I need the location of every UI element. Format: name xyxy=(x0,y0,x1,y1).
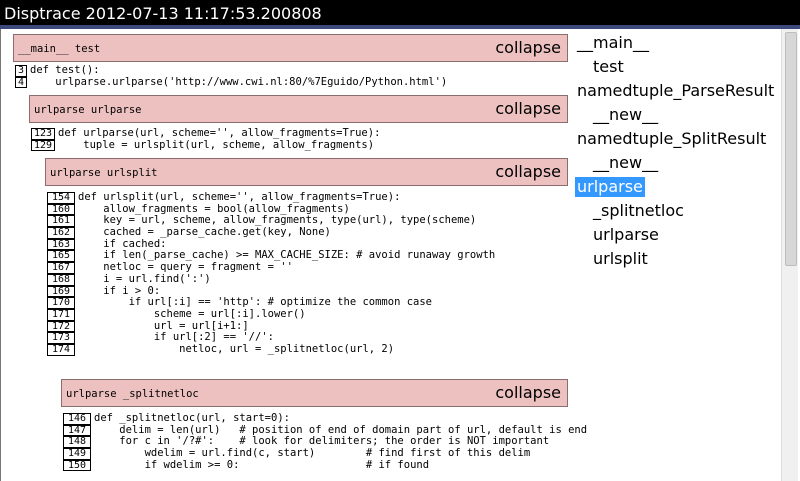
code-text: wdelim = url.find(c, start) # find first… xyxy=(94,447,531,460)
line-number: 174 xyxy=(47,343,75,356)
code-text: def _splitnetloc(url, start=0): xyxy=(94,412,290,424)
line-number: 4 xyxy=(15,76,27,89)
line-number: 162 xyxy=(47,227,75,239)
line-number: 168 xyxy=(47,273,75,286)
code-text: netloc, url = _splitnetloc(url, 2) xyxy=(78,342,395,355)
block-name: __main__ test xyxy=(18,43,101,55)
trace-view: __main__ test collapse 3 def test(): 4 ur… xyxy=(0,29,798,481)
line-number: 163 xyxy=(47,238,75,251)
code-line: 129 tuple = urlsplit(url, scheme, allow_… xyxy=(31,138,380,152)
code-block-main-test: 3 def test(): 4 urlparse.urlparse('http:/… xyxy=(15,64,448,89)
nav-item-splitnetloc[interactable]: _splitnetloc xyxy=(593,201,684,221)
code-line: 150 if wdelim >= 0: # if found xyxy=(63,458,587,472)
code-line: 123 def urlparse(url, scheme='', allow_fr… xyxy=(31,127,381,140)
code-line: 162 cached = _parse_cache.get(key, None) xyxy=(47,226,495,239)
nav-item-urlsplit[interactable]: urlsplit xyxy=(593,249,648,269)
collapse-button[interactable]: collapse xyxy=(495,162,561,181)
code-block-urlparse: 123 def urlparse(url, scheme='', allow_fr… xyxy=(31,127,381,152)
code-text: def urlparse(url, scheme='', allow_fragm… xyxy=(58,127,381,139)
nav-item-main[interactable]: __main__ xyxy=(577,33,649,53)
nav-item-namedtuple-splitresult[interactable]: namedtuple_SplitResult xyxy=(577,129,766,149)
line-number: 123 xyxy=(31,128,55,140)
collapse-button[interactable]: collapse xyxy=(495,38,561,57)
block-name: urlparse urlsplit xyxy=(50,167,158,179)
code-line: 149 wdelim = url.find(c, start) # find f… xyxy=(63,447,587,460)
code-line: 3 def test(): xyxy=(15,64,447,77)
line-number: 149 xyxy=(63,448,91,460)
code-text: scheme = url[:i].lower() xyxy=(78,307,306,320)
code-text: urlparse.urlparse('http://www.cwi.nl:80/… xyxy=(30,75,448,88)
block-name: urlparse _splitnetloc xyxy=(66,388,199,400)
code-line: 4 urlparse.urlparse('http://www.cwi.nl:8… xyxy=(15,75,448,89)
line-number: 154 xyxy=(47,192,75,204)
block-name: urlparse urlparse xyxy=(34,104,142,116)
code-text: cached = _parse_cache.get(key, None) xyxy=(78,226,331,239)
nav-item-namedtuple-parseresult[interactable]: namedtuple_ParseResult xyxy=(577,81,774,101)
line-number: 161 xyxy=(47,215,75,228)
window-title: Disptrace 2012-07-13 11:17:53.200808 xyxy=(4,4,322,23)
code-block-splitnetloc: 146 def _splitnetloc(url, start=0): 147 d… xyxy=(63,412,587,472)
code-text: def test(): xyxy=(30,64,100,76)
code-text: tuple = urlsplit(url, scheme, allow_frag… xyxy=(58,138,375,151)
block-header-urlparse-urlparse: urlparse urlparse collapse xyxy=(29,95,568,123)
collapse-button[interactable]: collapse xyxy=(495,99,561,118)
code-text: def urlsplit(url, scheme='', allow_fragm… xyxy=(78,191,401,203)
code-text: i = url.find(':') xyxy=(78,272,211,285)
line-number: 172 xyxy=(47,320,75,333)
code-text: if wdelim >= 0: # if found xyxy=(94,458,430,471)
line-number: 160 xyxy=(47,203,75,216)
collapse-button[interactable]: collapse xyxy=(495,383,561,402)
code-line: 168 i = url.find(':') xyxy=(47,272,495,286)
line-number: 165 xyxy=(47,250,75,263)
line-number: 3 xyxy=(15,65,27,77)
line-number: 173 xyxy=(47,332,75,344)
block-header-urlsplit: urlparse urlsplit collapse xyxy=(45,158,568,186)
scrollbar-thumb[interactable] xyxy=(785,32,797,266)
line-number: 148 xyxy=(63,436,91,449)
line-number: 146 xyxy=(63,413,91,425)
nav-item-urlparse[interactable]: urlparse xyxy=(593,225,659,245)
line-number: 170 xyxy=(47,297,75,309)
code-line: 146 def _splitnetloc(url, start=0): xyxy=(63,412,587,425)
vertical-scrollbar[interactable] xyxy=(781,29,798,481)
line-number: 150 xyxy=(63,459,91,472)
code-line: 171 scheme = url[:i].lower() xyxy=(47,307,495,321)
block-header-main-test: __main__ test collapse xyxy=(13,34,568,62)
line-number: 129 xyxy=(31,139,55,152)
line-number: 169 xyxy=(47,285,75,298)
nav-item-new-2[interactable]: __new__ xyxy=(593,153,658,173)
code-line: 154 def urlsplit(url, scheme='', allow_fr… xyxy=(47,191,495,204)
block-header-splitnetloc: urlparse _splitnetloc collapse xyxy=(61,379,568,407)
code-line: 174 netloc, url = _splitnetloc(url, 2) xyxy=(47,342,495,356)
nav-item-new-1[interactable]: __new__ xyxy=(593,105,658,125)
nav-item-test[interactable]: test xyxy=(593,57,624,77)
line-number: 167 xyxy=(47,262,75,274)
code-block-urlsplit: 154 def urlsplit(url, scheme='', allow_fr… xyxy=(47,191,495,356)
line-number: 147 xyxy=(63,424,91,437)
nav-item-urlparse-selected[interactable]: urlparse xyxy=(575,177,645,197)
line-number: 171 xyxy=(47,308,75,321)
window-titlebar: Disptrace 2012-07-13 11:17:53.200808 xyxy=(0,0,800,29)
